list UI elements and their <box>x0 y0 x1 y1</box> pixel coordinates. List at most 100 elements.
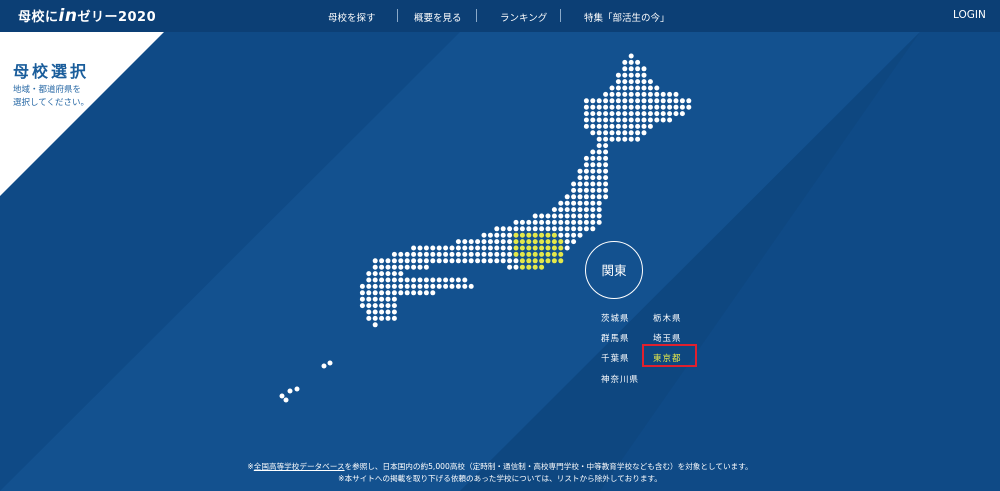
map-dot <box>596 130 602 136</box>
map-dot <box>577 219 583 225</box>
map-dot <box>481 258 487 264</box>
prefecture-chiba[interactable]: 千葉県 <box>601 352 630 364</box>
map-dot <box>564 213 570 219</box>
map-dot <box>379 264 385 270</box>
map-dot <box>462 251 468 257</box>
map-dot <box>526 219 532 225</box>
map-dot-kanto <box>532 251 538 257</box>
map-dot-kanto <box>513 232 519 238</box>
map-dot <box>641 91 647 97</box>
map-dot <box>590 123 596 129</box>
map-dot-kanto <box>539 264 545 270</box>
page: 母校にinゼリー2020 母校を探す 概要を見る ランキング 特集「部活生の今」… <box>0 0 1000 491</box>
map-dot <box>609 111 615 117</box>
map-dot-kanto <box>545 258 551 264</box>
prefecture-gunma[interactable]: 群馬県 <box>601 332 630 344</box>
map-dot-kanto <box>532 232 538 238</box>
map-dot <box>391 309 397 315</box>
map-dot-kanto <box>539 251 545 257</box>
map-dot <box>673 91 679 97</box>
prefecture-tochigi[interactable]: 栃木県 <box>653 312 682 324</box>
map-dot <box>615 72 621 78</box>
map-dot <box>596 117 602 123</box>
japan-dot-map[interactable] <box>0 0 1000 491</box>
map-dot <box>449 251 455 257</box>
map-dot <box>551 213 557 219</box>
map-dot <box>641 130 647 136</box>
map-dot <box>615 136 621 142</box>
map-dot <box>641 72 647 78</box>
map-dot <box>596 98 602 104</box>
map-dot <box>577 181 583 187</box>
map-dot <box>590 111 596 117</box>
map-dot <box>468 251 474 257</box>
prefecture-kanagawa[interactable]: 神奈川県 <box>601 373 639 385</box>
map-dot <box>526 226 532 232</box>
map-dot-kanto <box>526 239 532 245</box>
map-dot <box>481 245 487 251</box>
map-dot <box>359 283 365 289</box>
map-dot <box>647 91 653 97</box>
map-dot <box>571 232 577 238</box>
map-dot <box>647 111 653 117</box>
map-dot <box>539 219 545 225</box>
map-dot <box>379 283 385 289</box>
map-dot-kanto <box>558 251 564 257</box>
map-dot-kanto <box>526 264 532 270</box>
map-dot <box>558 200 564 206</box>
map-dot <box>366 296 372 302</box>
map-dot <box>366 283 372 289</box>
map-dot <box>583 213 589 219</box>
map-dot <box>359 290 365 296</box>
map-dot <box>411 258 417 264</box>
map-dot <box>603 149 609 155</box>
map-dot-kanto <box>532 258 538 264</box>
map-dot <box>583 168 589 174</box>
map-dot <box>551 207 557 213</box>
map-dot <box>673 111 679 117</box>
map-dot <box>654 104 660 110</box>
map-dot <box>404 251 410 257</box>
map-dot <box>455 239 461 245</box>
map-dot-kanto <box>513 239 519 245</box>
map-dot <box>590 149 596 155</box>
map-dot <box>571 200 577 206</box>
map-dot <box>436 258 442 264</box>
map-dot <box>487 232 493 238</box>
map-dot <box>571 187 577 193</box>
map-dot <box>571 213 577 219</box>
map-dot <box>391 290 397 296</box>
prefecture-saitama[interactable]: 埼玉県 <box>653 332 682 344</box>
map-dot <box>513 226 519 232</box>
map-dot <box>571 239 577 245</box>
database-link[interactable]: 全国高等学校データベース <box>254 462 345 471</box>
map-dot <box>635 130 641 136</box>
map-dot <box>411 290 417 296</box>
map-dot <box>647 85 653 91</box>
map-dot <box>641 111 647 117</box>
region-kanto-button[interactable]: 関東 <box>585 241 643 299</box>
map-dot <box>398 271 404 277</box>
map-dot <box>532 226 538 232</box>
map-dot <box>590 226 596 232</box>
map-dot <box>507 264 513 270</box>
map-dot <box>622 66 628 72</box>
map-dot <box>404 290 410 296</box>
map-dot <box>507 239 513 245</box>
map-dot <box>577 226 583 232</box>
map-dot <box>596 155 602 161</box>
prefecture-ibaraki[interactable]: 茨城県 <box>601 312 630 324</box>
map-dot <box>628 91 634 97</box>
map-dot <box>615 111 621 117</box>
map-dot <box>391 264 397 270</box>
map-dot <box>660 91 666 97</box>
map-dot <box>590 130 596 136</box>
map-dot <box>596 143 602 149</box>
map-dot <box>596 175 602 181</box>
map-dot <box>423 251 429 257</box>
map-dot <box>449 245 455 251</box>
map-dot <box>590 117 596 123</box>
map-dot <box>635 59 641 65</box>
map-dot <box>366 303 372 309</box>
map-dot <box>519 219 525 225</box>
